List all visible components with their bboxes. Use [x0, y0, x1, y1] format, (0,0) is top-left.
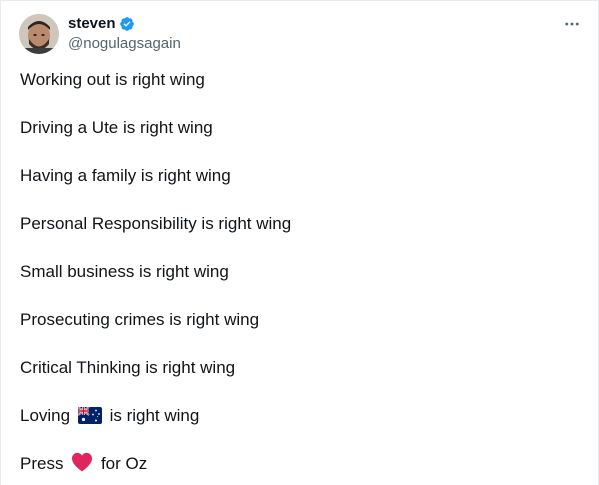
author-handle[interactable]: @nogulagsagain — [68, 35, 181, 53]
tweet-text: Working out is right wing Driving a Ute … — [20, 68, 291, 485]
tweet-line: Working out is right wing — [20, 70, 205, 89]
tweet-line-heart: Press for Oz — [20, 452, 291, 476]
tweet-line: Small business is right wing — [20, 262, 229, 281]
author-display-name[interactable]: steven — [68, 14, 116, 34]
red-heart-icon — [71, 452, 93, 479]
verified-badge-icon — [119, 16, 135, 32]
australia-flag-icon — [77, 406, 102, 431]
tweet-line: Personal Responsibility is right wing — [20, 214, 292, 233]
tweet-line: Having a family is right wing — [20, 166, 231, 185]
tweet-line: Critical Thinking is right wing — [20, 358, 236, 377]
tweet-line-flag-after: is right wing — [109, 406, 200, 425]
tweet-line-heart-before: Press — [20, 454, 64, 473]
more-horizontal-icon[interactable] — [562, 14, 582, 34]
tweet-card: steven @nogulagsagain Working out is rig… — [0, 0, 599, 485]
tweet-line-flag-before: Loving — [20, 406, 71, 425]
tweet-line: Driving a Ute is right wing — [20, 118, 213, 137]
tweet-line: Prosecuting crimes is right wing — [20, 310, 260, 329]
avatar[interactable] — [19, 14, 59, 54]
author-name-row: steven — [68, 14, 135, 34]
tweet-line-heart-after: for Oz — [100, 454, 148, 473]
tweet-line-flag: Loving is right wing — [20, 404, 291, 428]
avatar-photo — [19, 14, 59, 54]
